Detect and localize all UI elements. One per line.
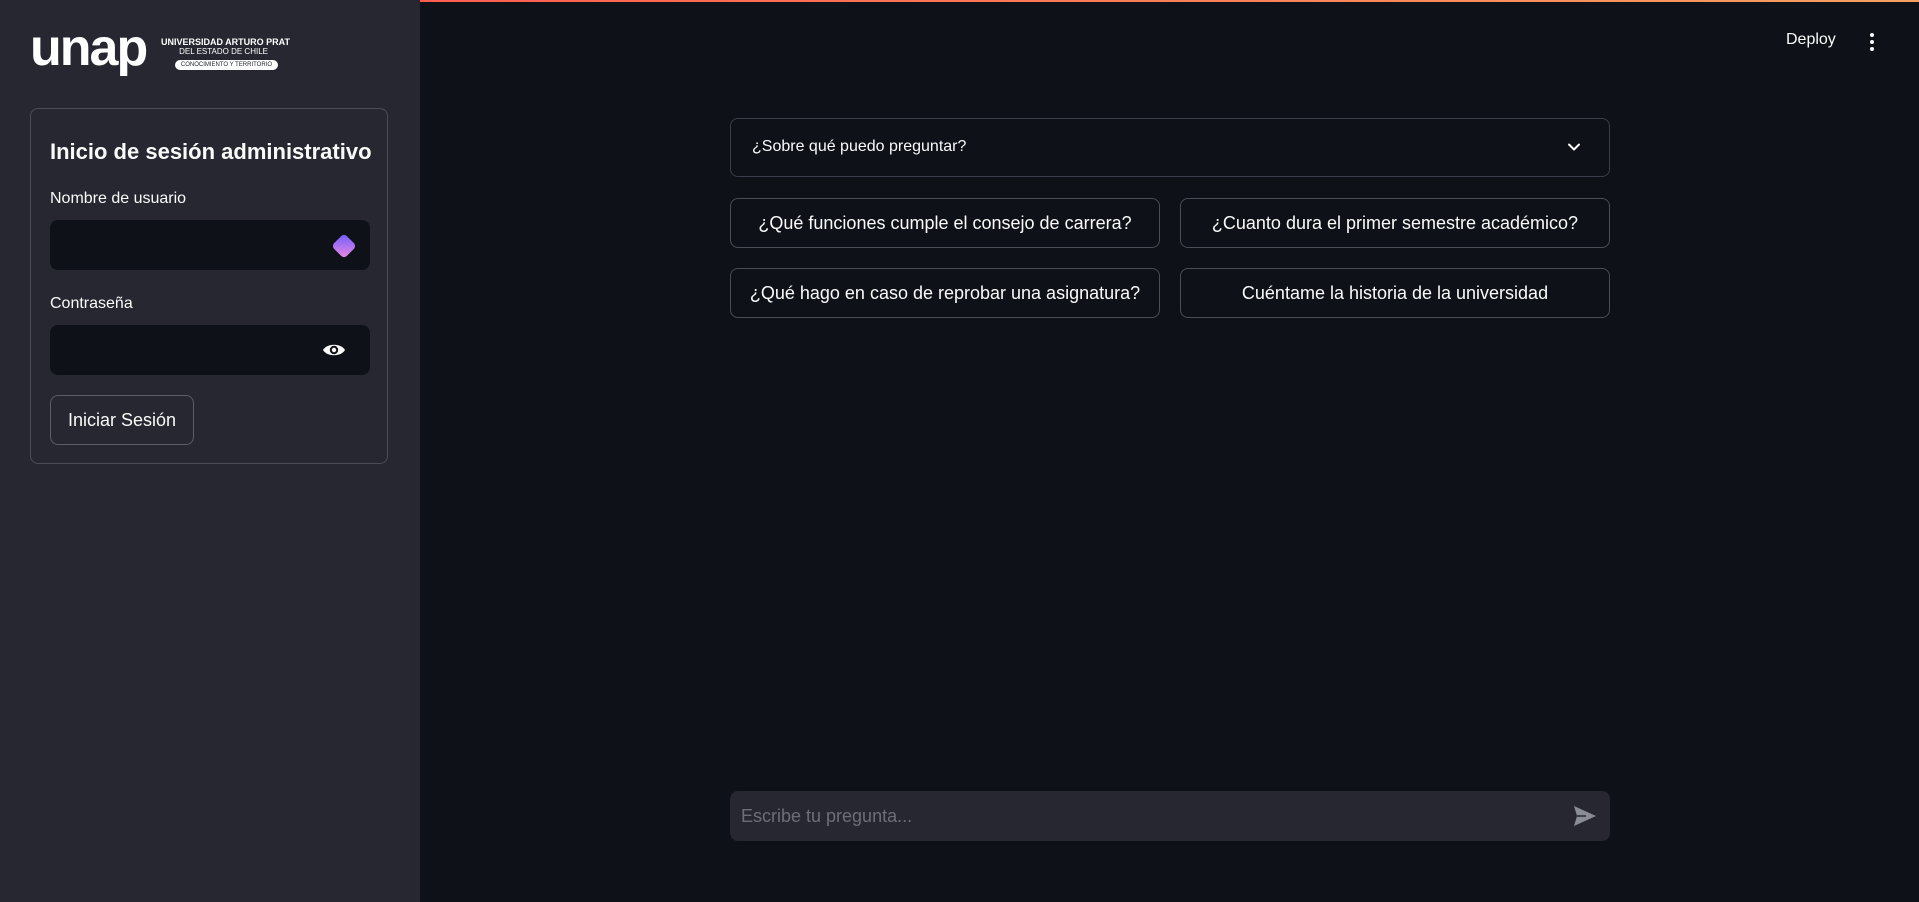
- logo-text: UNIVERSIDAD ARTURO PRAT DEL ESTADO DE CH…: [160, 37, 290, 70]
- password-manager-icon[interactable]: [330, 232, 358, 260]
- password-label: Contraseña: [50, 295, 133, 312]
- username-field-container: [50, 220, 370, 270]
- chevron-down-icon: [1568, 143, 1580, 151]
- eye-icon[interactable]: [322, 340, 346, 360]
- suggestion-button-1[interactable]: ¿Qué funciones cumple el consejo de carr…: [730, 198, 1160, 248]
- unap-logo: unap UNIVERSIDAD ARTURO PRAT DEL ESTADO …: [30, 22, 290, 74]
- deploy-button[interactable]: Deploy: [1786, 31, 1836, 49]
- login-button[interactable]: Iniciar Sesión: [50, 395, 194, 445]
- logo-wordmark: unap: [30, 19, 148, 77]
- suggestion-button-2[interactable]: ¿Cuanto dura el primer semestre académic…: [1180, 198, 1610, 248]
- password-field-container: [50, 325, 370, 375]
- password-input[interactable]: [50, 325, 310, 375]
- logo-line-2: DEL ESTADO DE CHILE: [179, 47, 268, 56]
- send-icon[interactable]: [1572, 804, 1598, 828]
- sidebar: unap UNIVERSIDAD ARTURO PRAT DEL ESTADO …: [0, 0, 420, 902]
- expander-label: ¿Sobre qué puedo preguntar?: [752, 138, 967, 155]
- username-label: Nombre de usuario: [50, 190, 187, 207]
- vertical-dots-icon[interactable]: [1864, 32, 1880, 52]
- username-input[interactable]: [50, 220, 310, 270]
- chat-input-container: [730, 791, 1610, 841]
- faq-expander[interactable]: ¿Sobre qué puedo preguntar?: [730, 118, 1610, 177]
- admin-login-form: Inicio de sesión administrativo Nombre d…: [30, 108, 388, 464]
- login-title: Inicio de sesión administrativo: [50, 139, 372, 164]
- chat-input[interactable]: [730, 791, 1530, 841]
- logo-line-3: CONOCIMIENTO Y TERRITORIO: [174, 60, 278, 70]
- suggestion-button-4[interactable]: Cuéntame la historia de la universidad: [1180, 268, 1610, 318]
- suggestion-button-3[interactable]: ¿Qué hago en caso de reprobar una asigna…: [730, 268, 1160, 318]
- logo-line-1: UNIVERSIDAD ARTURO PRAT: [160, 37, 290, 47]
